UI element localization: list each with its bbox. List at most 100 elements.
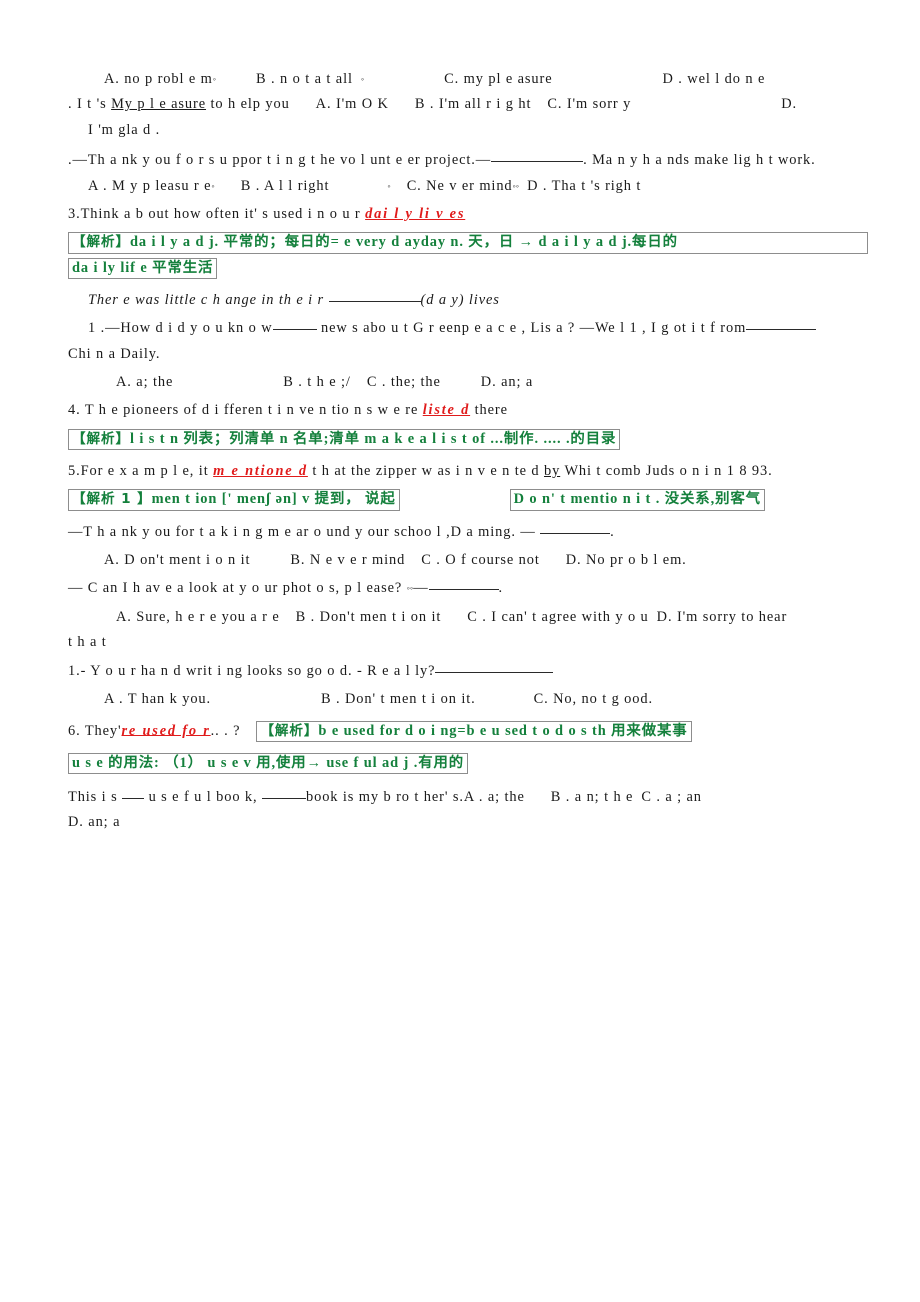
fill-in-blank[interactable] <box>491 161 584 163</box>
option-d: D. an; a <box>480 374 534 390</box>
analysis-row-mention: 【解析 1 】men t ion [' menʃ ən] v 提到， 说起 D o… <box>68 489 868 511</box>
option-b: B . I'm all r i g ht <box>414 96 532 113</box>
question-row-1-greenpeace: 1 .—How d i d y o u kn o w new s abo u t… <box>68 321 868 335</box>
sentence-tail: there <box>470 402 508 419</box>
option-a: A. I'm O K <box>315 96 389 113</box>
option-a: A. a; the <box>116 374 174 390</box>
sentence-lead: —T h a nk y ou for t a k i n g m e ar o … <box>68 523 541 540</box>
option-c: C . a ; an <box>641 788 702 805</box>
option-c: C. No, no t g ood. <box>533 691 653 708</box>
question-row-volunteer-project: .—Th a nk y ou f o r s u ppor t i n g t … <box>68 153 868 167</box>
analysis-box: u s e 的用法: （1） u s e v 用,使用→ use f ul ad… <box>68 752 469 774</box>
question-row-4-pioneers: 4. T h e pioneers of d i fferen t i n ve… <box>68 403 868 417</box>
sentence-tail: . <box>610 523 615 540</box>
option-c: C . the; the <box>366 374 441 390</box>
sentence-lead: 5.For e x a m p l e, it <box>68 463 214 480</box>
option-c: C . I can' t agree with y o u <box>467 608 649 625</box>
option-b: B . A l l right <box>240 177 330 194</box>
fill-in-blank[interactable] <box>328 300 421 302</box>
worksheet-page: A. no p robl e m◦ B . n o t a t all ◦ C. my… <box>0 0 920 1302</box>
question-row-useful-book: This i s u s e f u l boo k, book is my b… <box>68 790 868 804</box>
option-d: D. an; a <box>68 814 121 831</box>
highlighted-answer: re used fo r <box>121 722 211 739</box>
options-row-7: D. an; a <box>68 815 868 829</box>
analysis-block-daily-life: da i ly lif e 平常生活 <box>68 257 868 279</box>
sentence-mid: u s e f u l boo k, <box>144 788 263 805</box>
option-b: B . Don't men t i on it <box>295 608 442 625</box>
analysis-label: 【解析】 <box>72 430 130 447</box>
option-d: D. No pr o b l em. <box>565 552 687 569</box>
analysis-text: men t ion [' menʃ ən] v 提到， 说起 <box>151 491 396 508</box>
question-row-its-my-pleasure: . I t 's My p l e asure to h elp you A. I… <box>68 97 868 111</box>
analysis-box: 【解析】da i l y a d j. 平常的；每日的= e very d ay… <box>68 232 868 254</box>
continuation-that: t h a t <box>68 635 868 649</box>
fill-in-blank[interactable] <box>435 671 554 673</box>
option-b: B . t h e ;/ <box>283 374 351 390</box>
options-row-2: A . M y p leasu r e◦ B . A l l right ◦ C. N… <box>88 177 642 194</box>
option-a: A. D on't ment i o n it <box>104 552 251 569</box>
fill-in-blank[interactable] <box>122 797 145 799</box>
options-row-4: A. D on't ment i o n it B. N e v e r mind… <box>68 553 868 567</box>
analysis-box-be-used-for: 【解析】b e used for d o i ng=b e u sed t o … <box>256 720 692 742</box>
analysis-block-use: u s e 的用法: （1） u s e v 用,使用→ use f ul ad… <box>68 752 868 774</box>
question-row-can-i-have-a-look: — C an I h av e a look at y o ur phot o … <box>68 580 504 597</box>
sentence-mid: t h at the zipper w as i n v e n te d <box>307 463 544 480</box>
option-d: D . Tha t 's righ t <box>527 177 642 194</box>
analysis-box: 【解析】l i s t n 列表；列清单 n 名单;清单 m a k e a l… <box>68 428 621 451</box>
fill-in-blank[interactable] <box>746 329 817 331</box>
option-b: B . n o t a t all <box>256 71 353 87</box>
sentence-lead: 3.Think a b out how often it' s used i n… <box>68 206 366 223</box>
sentence-tail: book is my b ro t her' s. <box>306 788 464 805</box>
analysis-label: 【解析】 <box>260 722 319 739</box>
sentence-tail: to h elp you <box>206 96 290 113</box>
fill-in-blank[interactable] <box>262 797 307 799</box>
options-row-3: A. a; the B . t h e ;/ C . the; the D. an; … <box>68 375 868 389</box>
question-row-5-zipper: 5.For e x a m p l e, it m e ntione d t h… <box>68 464 868 478</box>
sentence-tail: .. . ? <box>210 722 241 739</box>
option-a: A . a; the <box>463 788 525 805</box>
sentence-tail: new s abo u t G r eenp e a c e , Lis a ?… <box>316 320 747 337</box>
options-row-1: A. no p robl e m◦ B . n o t a t all ◦ C. my… <box>104 71 766 87</box>
sentence-lead: .—Th a nk y ou f o r s u ppor t i n g t … <box>68 152 492 169</box>
example-tail: (d a y) lives <box>420 291 500 308</box>
underlined-word: by <box>544 463 561 480</box>
highlighted-answer: m e ntione d <box>213 463 308 480</box>
option-b: B . Don' t men t i on it. <box>321 691 476 708</box>
analysis-text: u s e 的用法: （1） u s e v 用,使用→ use f ul ad… <box>72 754 465 771</box>
sentence-lead: 6. They' <box>68 722 122 739</box>
question-row-thank-you-daming: —T h a nk y ou for t a k i n g m e ar o … <box>68 523 868 540</box>
option-b: B. N e v e r mind <box>290 552 406 569</box>
analysis-text: b e used for d o i ng=b e u sed t o d o … <box>318 722 688 739</box>
question-row-handwriting: 1.- Y o u r ha n d writ i ng looks so go… <box>68 663 868 678</box>
analysis-box: da i ly lif e 平常生活 <box>68 257 218 279</box>
sentence-tail: . Ma n y h a nds make lig h t work. <box>583 152 816 169</box>
fill-in-blank[interactable] <box>540 532 611 534</box>
fill-in-blank[interactable] <box>272 329 317 331</box>
continuation-text: I 'm gla d . <box>88 121 161 138</box>
option-c: C. I'm sorr y <box>547 96 632 113</box>
option-c: C. Ne v er mind <box>406 177 513 194</box>
continuation-im-glad: I 'm gla d . <box>68 123 868 137</box>
analysis-label: 【解析】 <box>72 234 130 251</box>
sentence-lead: This i s <box>68 788 123 805</box>
analysis-block-daily: 【解析】da i l y a d j. 平常的；每日的= e very d ay… <box>68 232 868 254</box>
sentence-lead: — C an I h av e a look at y o ur phot o … <box>68 580 407 597</box>
fill-in-blank[interactable] <box>428 589 499 591</box>
option-a: A . M y p leasu r e <box>88 177 212 194</box>
continuation-text: t h a t <box>68 634 107 651</box>
question-row-3-daily-lives: 3.Think a b out how often it' s used i n… <box>68 207 868 221</box>
sentence-lead: 1 .—How d i d y o u kn o w <box>88 320 273 337</box>
options-row-5: A. Sure, h e r e you a r e B . Don't men … <box>68 610 868 624</box>
analysis-label: 【解析 1 】 <box>72 491 152 508</box>
sentence-lead: 4. T h e pioneers of d i fferen t i n ve… <box>68 402 423 419</box>
example-lead: Ther e was little c h ange in th e i r <box>88 291 329 308</box>
option-c: C . O f course not <box>421 552 540 569</box>
option-a: A. no p robl e m <box>104 71 213 87</box>
question-row-6-used-for: 6. They're used fo r.. . ? 【解析】b e used f… <box>68 720 868 742</box>
analysis-text: da i ly lif e 平常生活 <box>72 259 214 276</box>
underlined-phrase: My p l e asure <box>111 96 207 113</box>
analysis-box-mention: 【解析 1 】men t ion [' menʃ ən] v 提到， 说起 <box>68 489 400 511</box>
option-d: D. <box>781 96 797 113</box>
continuation-text: Chi n a Daily. <box>68 345 161 362</box>
option-c: C. my pl e asure <box>444 71 553 87</box>
